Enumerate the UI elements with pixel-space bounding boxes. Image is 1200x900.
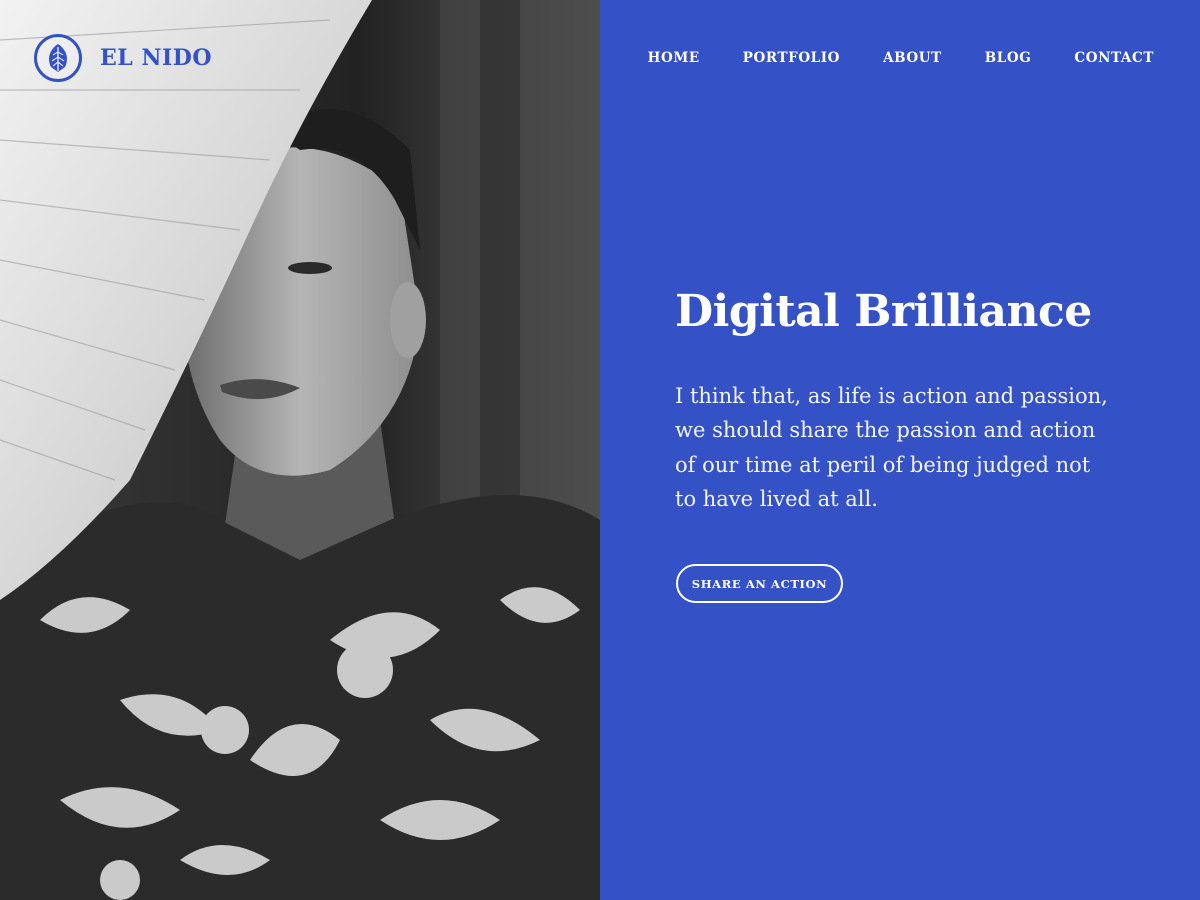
nav-item-contact[interactable]: CONTACT: [1074, 50, 1154, 66]
hero-content: Digital Brilliance I think that, as life…: [675, 286, 1145, 517]
nav-item-home[interactable]: HOME: [648, 50, 700, 66]
brand-name: EL NIDO: [100, 45, 213, 71]
share-action-button[interactable]: SHARE AN ACTION: [676, 564, 843, 603]
hero-title: Digital Brilliance: [675, 286, 1092, 337]
nav-item-about[interactable]: ABOUT: [883, 50, 942, 66]
portrait-image: [0, 0, 600, 900]
main-nav: HOME PORTFOLIO ABOUT BLOG CONTACT: [605, 50, 1154, 66]
site-logo[interactable]: EL NIDO: [34, 34, 212, 82]
nav-item-blog[interactable]: BLOG: [985, 50, 1032, 66]
leaf-icon: [34, 34, 82, 82]
nav-item-portfolio[interactable]: PORTFOLIO: [743, 50, 840, 66]
hero-photo: [0, 0, 600, 900]
hero-body: I think that, as life is action and pass…: [675, 383, 1108, 512]
